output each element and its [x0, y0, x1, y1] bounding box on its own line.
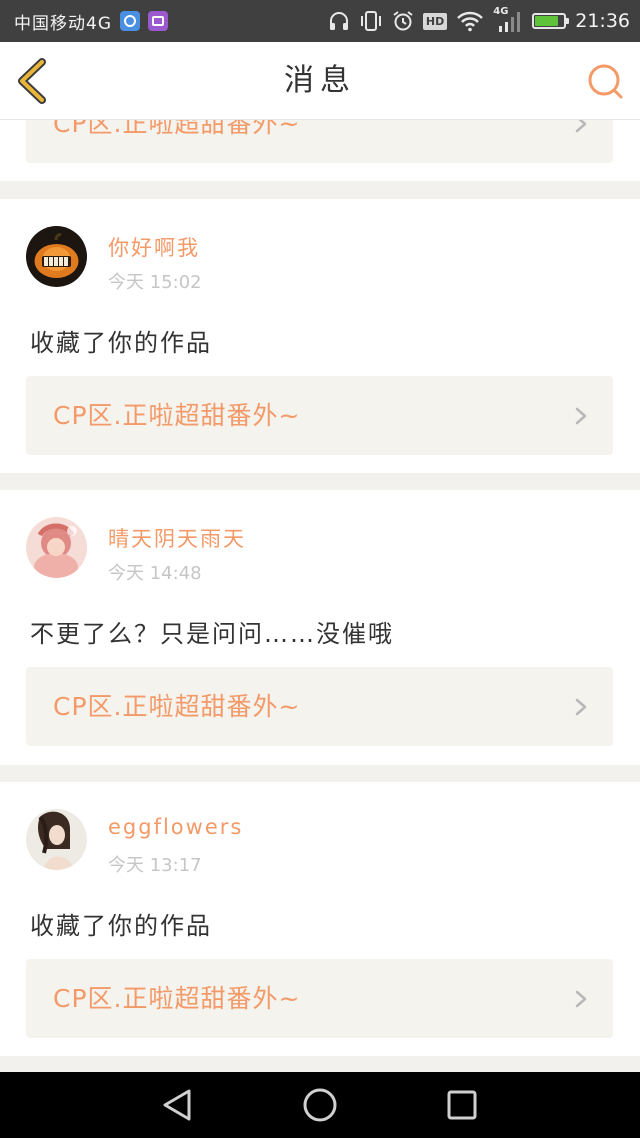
username[interactable]: 晴天阴天雨天 — [108, 523, 246, 553]
k-app-icon — [120, 11, 140, 31]
message-text: 不更了么？只是问问……没催哦 — [30, 620, 394, 648]
search-icon — [588, 64, 623, 99]
page-title: 消息 — [284, 63, 356, 98]
battery-icon — [532, 13, 570, 29]
work-title: CP区.正啦超甜番外~ — [53, 984, 301, 1013]
avatar[interactable] — [26, 226, 87, 287]
nav-home-icon — [303, 1088, 337, 1122]
carrier-label: 中国移动4G — [14, 13, 112, 34]
header: 消息 — [0, 42, 640, 120]
message-text: 收藏了你的作品 — [30, 912, 212, 940]
chevron-right-icon — [575, 407, 587, 425]
timestamp: 今天 14:48 — [108, 563, 202, 584]
hd-icon: HD — [422, 12, 448, 30]
headphones-icon — [328, 10, 350, 32]
work-link[interactable]: CP区.正啦超甜番外~ — [26, 959, 613, 1038]
message-text: 收藏了你的作品 — [30, 329, 212, 357]
username[interactable]: 你好啊我 — [108, 232, 200, 262]
nav-recent-button[interactable] — [442, 1085, 482, 1125]
status-right: HD 4G 21:36 — [328, 0, 630, 42]
chevron-right-icon — [575, 120, 587, 133]
work-title: CP区.正啦超甜番外~ — [53, 692, 301, 721]
signal-icon: 4G — [493, 6, 523, 34]
avatar[interactable] — [26, 809, 87, 870]
timestamp: 今天 13:17 — [108, 855, 202, 876]
message-card: 晴天阴天雨天 今天 14:48 不更了么？只是问问……没催哦 CP区.正啦超甜番… — [0, 490, 640, 765]
battery-level — [535, 16, 559, 26]
message-card: eggflowers 今天 13:17 收藏了你的作品 CP区.正啦超甜番外~ — [0, 782, 640, 1056]
status-left: 中国移动4G — [14, 0, 168, 42]
nav-home-button[interactable] — [300, 1085, 340, 1125]
work-link[interactable]: CP区.正啦超甜番外~ — [26, 667, 613, 746]
navigation-bar — [0, 1072, 640, 1138]
vibrate-icon — [359, 10, 383, 32]
wifi-icon — [456, 10, 484, 32]
work-title: CP区.正啦超甜番外~ — [53, 401, 301, 430]
clock: 21:36 — [575, 10, 630, 32]
message-card: 你好啊我 今天 15:02 收藏了你的作品 CP区.正啦超甜番外~ — [0, 199, 640, 473]
message-feed[interactable]: CP区.正啦超甜番外~ 你好啊我 今天 15:02 收藏了你的作品 CP区.正啦… — [0, 120, 640, 1072]
nav-back-icon — [163, 1089, 191, 1121]
timestamp: 今天 15:02 — [108, 272, 202, 293]
chevron-right-icon — [575, 990, 587, 1008]
work-link[interactable]: CP区.正啦超甜番外~ — [26, 120, 613, 163]
username[interactable]: eggflowers — [108, 815, 243, 839]
search-button[interactable] — [586, 62, 626, 102]
gallery-app-icon — [148, 11, 168, 31]
alarm-icon — [392, 10, 414, 32]
work-title: CP区.正啦超甜番外~ — [53, 120, 301, 138]
chevron-right-icon — [575, 698, 587, 716]
work-link[interactable]: CP区.正啦超甜番外~ — [26, 376, 613, 455]
nav-back-button[interactable] — [158, 1085, 198, 1125]
message-card: CP区.正啦超甜番外~ — [0, 120, 640, 181]
avatar[interactable] — [26, 517, 87, 578]
nav-recent-icon — [447, 1090, 477, 1120]
status-bar: 中国移动4G HD 4G 21:36 — [0, 0, 640, 42]
